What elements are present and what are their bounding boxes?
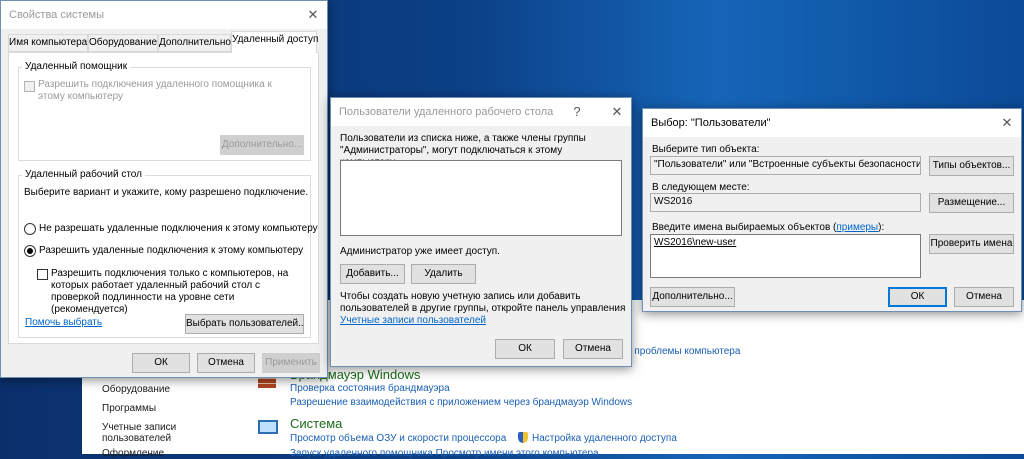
examples-link[interactable]: примеры <box>836 222 878 233</box>
tab-advanced[interactable]: Дополнительно <box>158 34 231 52</box>
link-troubleshoot[interactable]: е проблемы компьютера <box>626 346 740 357</box>
location-label: В следующем месте: <box>652 182 750 193</box>
apply-button[interactable]: Применить <box>262 353 320 373</box>
tab-panel: Удаленный помощник Разрешить подключения… <box>8 52 319 344</box>
ok-button[interactable]: ОК <box>495 339 555 359</box>
close-icon[interactable]: ✕ <box>305 7 321 23</box>
ok-button[interactable]: ОК <box>132 353 190 373</box>
remote-assistance-label: Удаленный помощник <box>22 61 131 72</box>
select-users-titlebar: Выбор: "Пользователи" ✕ <box>643 109 1021 137</box>
link-ram-cpu[interactable]: Просмотр объема ОЗУ и скорости процессор… <box>290 433 506 444</box>
system-properties-window: Свойства системы ✕ Имя компьютера Оборуд… <box>0 0 328 378</box>
select-users-window: Выбор: "Пользователи" ✕ Выберите тип объ… <box>642 108 1022 312</box>
location-field: WS2016 <box>650 193 921 212</box>
tab-remote[interactable]: Удаленный доступ <box>231 31 318 53</box>
radio-deny[interactable] <box>24 223 36 235</box>
names-input[interactable]: WS2016\new-user <box>650 234 921 278</box>
object-type-label: Выберите тип объекта: <box>652 144 760 155</box>
names-label-text: Введите имена выбираемых объектов ( <box>652 222 837 233</box>
cancel-button[interactable]: Отмена <box>197 353 255 373</box>
shield-icon <box>518 432 528 443</box>
nav-user-accounts-2[interactable]: пользователей <box>102 433 171 444</box>
link-firewall-status[interactable]: Проверка состояния брандмауэра <box>290 383 450 394</box>
assistance-checkbox[interactable] <box>24 81 35 92</box>
add-button[interactable]: Добавить... <box>340 264 405 284</box>
nav-user-accounts[interactable]: Учетные записи <box>102 422 176 433</box>
nla-checkbox-label: Разрешить подключения только с компьютер… <box>51 268 289 315</box>
object-type-field: "Пользователи" или "Встроенные субъекты … <box>650 156 921 175</box>
select-users-button[interactable]: Выбрать пользователей... <box>185 314 304 334</box>
link-remote-access[interactable]: Настройка удаленного доступа <box>532 433 677 444</box>
help-icon[interactable]: ? <box>569 104 585 120</box>
remote-desktop-label: Удаленный рабочий стол <box>22 169 145 180</box>
system-heading[interactable]: Система <box>290 416 342 431</box>
radio-allow-label: Разрешить удаленные подключения к этому … <box>39 245 304 256</box>
rdu-titlebar: Пользователи удаленного рабочего стола ?… <box>331 98 631 126</box>
system-properties-titlebar: Свойства системы ✕ <box>1 1 327 29</box>
check-names-button[interactable]: Проверить имена <box>929 234 1014 254</box>
close-icon[interactable]: ✕ <box>609 104 625 120</box>
cancel-button[interactable]: Отмена <box>954 287 1014 307</box>
radio-selected-dot <box>27 248 33 254</box>
help-choose-link[interactable]: Помочь выбрать <box>25 317 102 328</box>
remove-button[interactable]: Удалить <box>411 264 476 284</box>
tab-hardware[interactable]: Оборудование <box>88 34 158 52</box>
cancel-button[interactable]: Отмена <box>563 339 623 359</box>
select-users-title: Выбор: "Пользователи" <box>651 117 771 129</box>
link-firewall-apps[interactable]: Разрешение взаимодействия с приложением … <box>290 397 632 408</box>
assistance-checkbox-label: Разрешить подключения удаленного помощни… <box>38 79 272 102</box>
nla-checkbox[interactable] <box>37 269 48 280</box>
assistance-advanced-button[interactable]: Дополнительно... <box>220 135 304 155</box>
desktop-prompt: Выберите вариант и укажите, кому разреше… <box>24 187 309 198</box>
names-label: Введите имена выбираемых объектов (приме… <box>652 222 884 233</box>
user-accounts-link[interactable]: Учетные записи пользователей <box>340 315 486 326</box>
ok-button[interactable]: ОК <box>888 287 947 307</box>
admin-note: Администратор уже имеет доступ. <box>340 246 500 257</box>
create-accounts-message: Чтобы создать новую учетную запись или д… <box>340 291 626 314</box>
advanced-button[interactable]: Дополнительно... <box>650 287 735 307</box>
nav-programs[interactable]: Программы <box>102 403 156 414</box>
names-label-end: ): <box>878 222 885 233</box>
rdu-title: Пользователи удаленного рабочего стола <box>339 106 554 118</box>
users-list[interactable] <box>340 160 622 236</box>
locations-button[interactable]: Размещение... <box>929 193 1014 213</box>
close-icon[interactable]: ✕ <box>999 115 1015 131</box>
control-panel-right: е проблемы компьютера <box>626 300 1024 454</box>
remote-desktop-users-window: Пользователи удаленного рабочего стола ?… <box>330 97 632 367</box>
nav-hardware[interactable]: Оборудование <box>102 384 170 395</box>
names-input-value: WS2016\new-user <box>654 237 737 248</box>
system-properties-title: Свойства системы <box>9 9 105 21</box>
create-accounts-text: Чтобы создать новую учетную запись или д… <box>340 291 628 327</box>
object-types-button[interactable]: Типы объектов... <box>929 156 1014 176</box>
radio-allow[interactable] <box>24 245 36 257</box>
tab-computer-name[interactable]: Имя компьютера <box>8 34 88 52</box>
radio-deny-label: Не разрешать удаленные подключения к это… <box>39 223 318 234</box>
system-icon <box>258 420 278 434</box>
